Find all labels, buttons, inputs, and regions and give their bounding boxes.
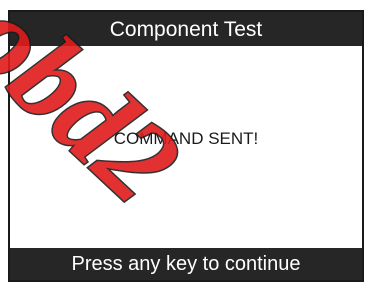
content-area: COMMAND SENT! <box>10 46 362 252</box>
continue-prompt: Press any key to continue <box>71 253 301 275</box>
status-message: COMMAND SENT! <box>113 129 259 148</box>
title-bar: Component Test <box>10 12 362 46</box>
screen-title: Component Test <box>109 17 263 41</box>
footer-bar[interactable]: Press any key to continue <box>10 248 362 280</box>
device-screen: Component Test COMMAND SENT! Press any k… <box>8 10 364 282</box>
